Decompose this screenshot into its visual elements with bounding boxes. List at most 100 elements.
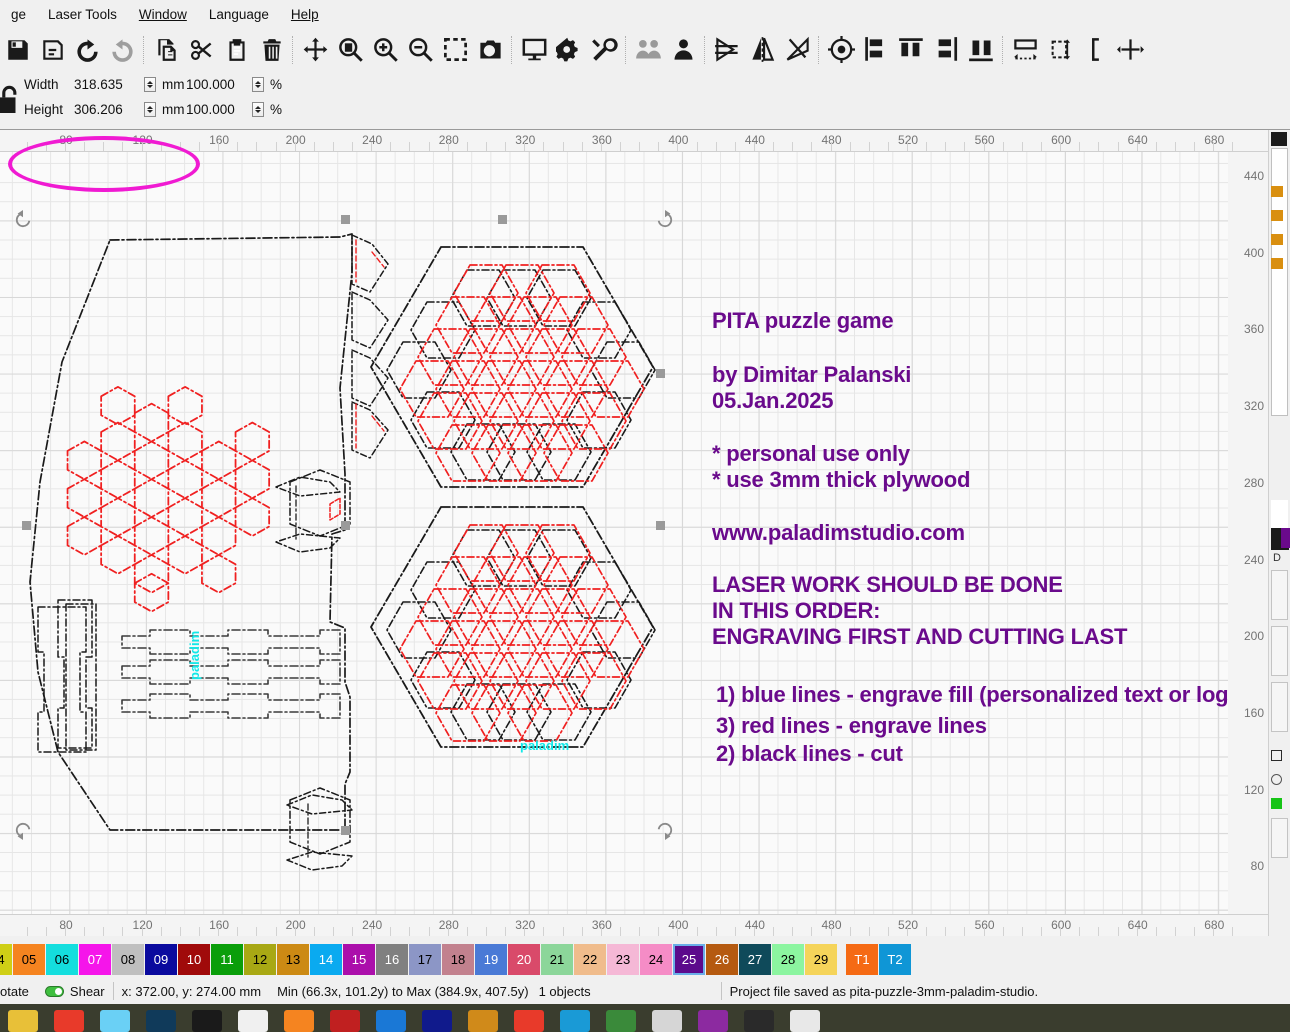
dock-layer-swatch-4[interactable] [1271,258,1283,269]
dock-field-2[interactable] [1271,626,1288,676]
palette-swatch-16[interactable]: 16 [376,944,408,975]
zoom-selection-icon[interactable] [438,30,473,69]
width-input[interactable]: 318.635 [74,77,144,92]
dock-field-4[interactable] [1271,818,1288,858]
zoom-out-icon[interactable] [403,30,438,69]
dock-layer-swatch-2[interactable] [1271,210,1283,221]
palette-swatch-25[interactable]: 25 [673,944,705,975]
taskbar-app-9[interactable] [368,1004,414,1032]
annotation-order3[interactable]: ENGRAVING FIRST AND CUTTING LAST [712,624,1127,650]
palette-swatch-22[interactable]: 22 [574,944,606,975]
palette-swatch-23[interactable]: 23 [607,944,639,975]
dock-field-3[interactable] [1271,682,1288,732]
annotation-title[interactable]: PITA puzzle game [712,308,893,334]
width-percent-stepper[interactable] [252,77,264,92]
center-icon[interactable] [1113,30,1148,69]
annotation-date[interactable]: 05.Jan.2025 [712,388,833,414]
dock-layer-swatch-3[interactable] [1271,234,1283,245]
rotate-handle-top-right[interactable] [656,210,674,228]
selection-handle-top-left[interactable] [341,215,350,224]
design-canvas[interactable]: paladim paladim PITA puzzle gameby Dimit… [0,152,1228,914]
shear-toggle[interactable]: Shear [37,984,113,999]
annotation-order2[interactable]: IN THIS ORDER: [712,598,880,624]
taskbar-app-1[interactable] [0,1004,46,1032]
move-icon[interactable] [298,30,333,69]
palette-swatch-07[interactable]: 07 [79,944,111,975]
dock-checkbox-1[interactable] [1271,750,1282,761]
height-percent-stepper[interactable] [252,102,264,117]
undo-icon[interactable] [70,30,105,69]
zoom-to-page-icon[interactable] [333,30,368,69]
layer-color-palette[interactable]: 4050607080910111213141516171819202122232… [0,944,1290,978]
cut-icon[interactable] [184,30,219,69]
set-origin-icon[interactable] [824,30,859,69]
menu-item-laser-tools[interactable]: Laser Tools [37,4,128,25]
palette-swatch-26[interactable]: 26 [706,944,738,975]
palette-swatch-15[interactable]: 15 [343,944,375,975]
align-right-icon[interactable] [929,30,964,69]
save-as-icon[interactable] [35,30,70,69]
dock-radio-1[interactable] [1271,774,1282,785]
annotation-order1[interactable]: LASER WORK SHOULD BE DONE [712,572,1063,598]
ungroup-icon[interactable] [666,30,701,69]
palette-swatch-05[interactable]: 05 [13,944,45,975]
os-taskbar[interactable] [0,1004,1290,1032]
selection-handle-middle-left[interactable] [22,521,31,530]
taskbar-app-13[interactable] [552,1004,598,1032]
annotation-note1[interactable]: * personal use only [712,441,910,467]
width-percent-input[interactable]: 100.000 [186,77,252,92]
taskbar-app-3[interactable] [92,1004,138,1032]
menu-item-window[interactable]: Window [128,4,198,25]
palette-swatch-10[interactable]: 10 [178,944,210,975]
menu-item-language[interactable]: Language [198,4,280,25]
palette-swatch-21[interactable]: 21 [541,944,573,975]
selection-handle-middle-right[interactable] [656,369,665,378]
taskbar-app-16[interactable] [690,1004,736,1032]
palette-swatch-20[interactable]: 20 [508,944,540,975]
taskbar-app-15[interactable] [644,1004,690,1032]
align-left-icon[interactable] [859,30,894,69]
horizontal-ruler-top[interactable]: 8012016020024028032036040044048052056060… [0,130,1290,152]
palette-swatch-28[interactable]: 28 [772,944,804,975]
save-icon[interactable] [0,30,35,69]
redo-icon[interactable] [105,30,140,69]
palette-swatch-13[interactable]: 13 [277,944,309,975]
palette-swatch-14[interactable]: 14 [310,944,342,975]
horizontal-ruler-bottom[interactable]: 8012016020024028032036040044048052056060… [0,914,1268,936]
rotate-handle-bottom-right[interactable] [656,822,674,840]
camera-icon[interactable] [473,30,508,69]
palette-swatch-29[interactable]: 29 [805,944,837,975]
width-stepper[interactable] [144,77,156,92]
palette-swatch-T2[interactable]: T2 [879,944,911,975]
palette-swatch-18[interactable]: 18 [442,944,474,975]
delete-icon[interactable] [254,30,289,69]
annotation-step3[interactable]: 3) red lines - engrave lines [716,713,987,739]
palette-swatch-19[interactable]: 19 [475,944,507,975]
palette-swatch-08[interactable]: 08 [112,944,144,975]
flip-horizontal-icon[interactable] [710,30,745,69]
selection-handle-middle-mid[interactable] [341,521,350,530]
dock-scrollbar-thumb[interactable] [1271,132,1287,146]
taskbar-app-4[interactable] [138,1004,184,1032]
palette-swatch-11[interactable]: 11 [211,944,243,975]
align-top-icon[interactable] [894,30,929,69]
close-path-icon[interactable] [780,30,815,69]
tools-icon[interactable] [587,30,622,69]
annotation-step2[interactable]: 2) black lines - cut [716,741,903,767]
taskbar-app-5[interactable] [184,1004,230,1032]
taskbar-app-11[interactable] [460,1004,506,1032]
annotation-author[interactable]: by Dimitar Palanski [712,362,911,388]
taskbar-app-7[interactable] [276,1004,322,1032]
palette-swatch-12[interactable]: 12 [244,944,276,975]
right-dock-panel[interactable]: D [1268,130,1290,936]
taskbar-app-10[interactable] [414,1004,460,1032]
annotation-note2[interactable]: * use 3mm thick plywood [712,467,970,493]
taskbar-app-14[interactable] [598,1004,644,1032]
palette-swatch-4[interactable]: 4 [0,944,12,975]
bracket-icon[interactable] [1078,30,1113,69]
taskbar-app-8[interactable] [322,1004,368,1032]
zoom-in-icon[interactable] [368,30,403,69]
taskbar-app-2[interactable] [46,1004,92,1032]
paste-icon[interactable] [219,30,254,69]
palette-swatch-17[interactable]: 17 [409,944,441,975]
